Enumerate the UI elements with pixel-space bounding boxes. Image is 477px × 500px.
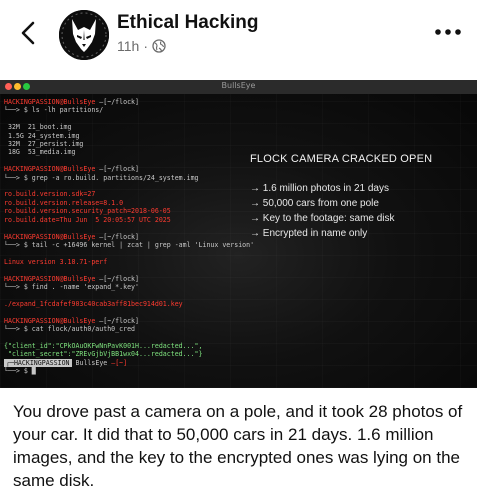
terminal-titlebar: BullsEye [0, 80, 477, 94]
chevron-left-icon [21, 21, 35, 45]
back-button[interactable] [16, 16, 42, 50]
terminal-text: HACKINGPASSION@BullsEye [4, 232, 100, 241]
terminal-output: HACKINGPASSION@BullsEye —[~/flock] └──> $… [4, 98, 254, 375]
terminal-text: HACKINGPASSION@BullsEye [4, 274, 100, 283]
terminal-text: └──> $ cat flock/auth0/auth0_cred [4, 324, 136, 333]
overlay-bullet: → Encrypted in name only [250, 228, 368, 239]
terminal-text: Linux version 3.18.71-perf [4, 257, 108, 266]
terminal-text: —[~/flock] [99, 274, 139, 283]
terminal-line: └──> $ grep -a ro.build. partitions/24_s… [4, 174, 254, 182]
terminal-line: ro.build.version.release=8.1.0 [4, 199, 254, 207]
overlay-bullet: → 50,000 cars from one pole [250, 198, 379, 209]
terminal-text: └──> $ find . -name 'expand_*.key' [4, 282, 139, 291]
post-header: Ethical Hacking 11h · [0, 0, 477, 72]
terminal-line: ro.build.version.sdk=27 [4, 190, 254, 198]
terminal-text: HACKINGPASSION@BullsEye [4, 165, 100, 174]
terminal-text: └──> $ ls -lh partitions/ [4, 106, 104, 115]
overlay-bullet: → Key to the footage: same disk [250, 213, 395, 224]
more-horizontal-icon [435, 29, 461, 35]
overlay-bullets: → 1.6 million photos in 21 days → 50,000 … [250, 181, 395, 241]
terminal-text: HACKINGPASSION@BullsEye [4, 316, 100, 325]
terminal-line [4, 182, 254, 190]
terminal-line: HACKINGPASSION@BullsEye —[~/flock] [4, 233, 254, 241]
terminal-text: {"client_id":"CPkOAuOKFwNnPavK001H...red… [4, 341, 203, 350]
terminal-line: 32M 27_persist.img [4, 140, 254, 148]
terminal-line: └──> $ █ [4, 367, 254, 375]
terminal-line: ro.build.version.security_patch=2018-06-… [4, 207, 254, 215]
post-age[interactable]: 11h [117, 38, 139, 54]
terminal-line: └──> $ ls -lh partitions/ [4, 106, 254, 114]
page-avatar[interactable] [59, 10, 109, 60]
terminal-text: —[~/flock] [99, 316, 139, 325]
terminal-text: 1.5G 24_system.img [4, 131, 80, 140]
terminal-text: └──> $ grep -a ro.build. partitions/24_s… [4, 173, 199, 182]
terminal-line: HACKINGPASSION@BullsEye —[~/flock] [4, 317, 254, 325]
terminal-text: ro.build.version.security_patch=2018-06-… [4, 207, 171, 216]
terminal-line: └──> $ find . -name 'expand_*.key' [4, 283, 254, 291]
terminal-text: BullsEye [71, 358, 112, 367]
terminal-window-title: BullsEye [221, 81, 256, 90]
terminal-line: HACKINGPASSION@BullsEye —[~/flock] [4, 165, 254, 173]
terminal-text: ./expand_1fcdafef903c40cab3aff81bec914d0… [4, 299, 183, 308]
terminal-text: —[~/flock] [99, 98, 139, 106]
terminal-line: HACKINGPASSION@BullsEye —[~/flock] [4, 275, 254, 283]
terminal-line: └──> $ tail -c +16496 kernel | zcat | gr… [4, 241, 254, 249]
terminal-text: 32M 21_boot.img [4, 123, 72, 132]
terminal-line [4, 266, 254, 274]
terminal-line: 18G 53_media.img [4, 148, 254, 156]
terminal-text: —[~/flock] [99, 232, 139, 241]
post-meta: 11h · [117, 38, 166, 54]
meta-separator: · [143, 38, 148, 54]
terminal-line: "client_secret":"ZREvGjbVjBB1wx04...reda… [4, 350, 254, 358]
terminal-text: —[~] [111, 358, 128, 367]
post-caption: You drove past a camera on a pole, and i… [13, 402, 463, 490]
terminal-line [4, 333, 254, 341]
overlay-title: FLOCK CAMERA CRACKED OPEN [250, 153, 433, 165]
terminal-text: "client_secret":"ZREvGjbVjBB1wx04...reda… [4, 350, 203, 359]
page-name[interactable]: Ethical Hacking [117, 12, 259, 34]
terminal-text: —[~/flock] [99, 165, 139, 174]
terminal-line: {"client_id":"CPkOAuOKFwNnPavK001H...red… [4, 342, 254, 350]
terminal-text: 18G 53_media.img [4, 148, 76, 157]
terminal-text: 32M 27_persist.img [4, 140, 84, 149]
terminal-line: ┌─HACKINGPASSION BullsEye —[~] [4, 358, 254, 367]
terminal-text: █ [31, 367, 36, 375]
terminal-text: ro.build.date=Thu Jun 5 20:05:57 UTC 202… [4, 215, 171, 224]
terminal-text: ro.build.version.sdk=27 [4, 190, 96, 199]
terminal-line: 32M 21_boot.img [4, 123, 254, 131]
globe-icon [152, 39, 166, 53]
terminal-line: Linux version 3.18.71-perf [4, 258, 254, 266]
terminal-text: HACKINGPASSION@BullsEye [4, 98, 100, 106]
terminal-line: └──> $ cat flock/auth0/auth0_cred [4, 325, 254, 333]
more-options-button[interactable] [432, 20, 464, 44]
wolf-logo-icon [59, 10, 109, 60]
terminal-line: ./expand_1fcdafef903c40cab3aff81bec914d0… [4, 300, 254, 308]
terminal-text: ro.build.version.release=8.1.0 [4, 198, 124, 207]
terminal-text: ┌─HACKINGPASSION [4, 358, 72, 367]
post-image[interactable]: BullsEye HACKINGPASSION@BullsEye —[~/flo… [0, 80, 477, 388]
terminal-line [4, 115, 254, 123]
terminal-text: └──> $ tail -c +16496 kernel | zcat | gr… [4, 240, 255, 249]
terminal-line [4, 157, 254, 165]
overlay-bullet: → 1.6 million photos in 21 days [250, 183, 389, 194]
terminal-line: 1.5G 24_system.img [4, 132, 254, 140]
terminal-line [4, 308, 254, 316]
terminal-line: ro.build.date=Thu Jun 5 20:05:57 UTC 202… [4, 216, 254, 224]
terminal-line [4, 224, 254, 232]
terminal-line [4, 249, 254, 257]
terminal-text: └──> $ [4, 367, 32, 375]
terminal-line [4, 291, 254, 299]
